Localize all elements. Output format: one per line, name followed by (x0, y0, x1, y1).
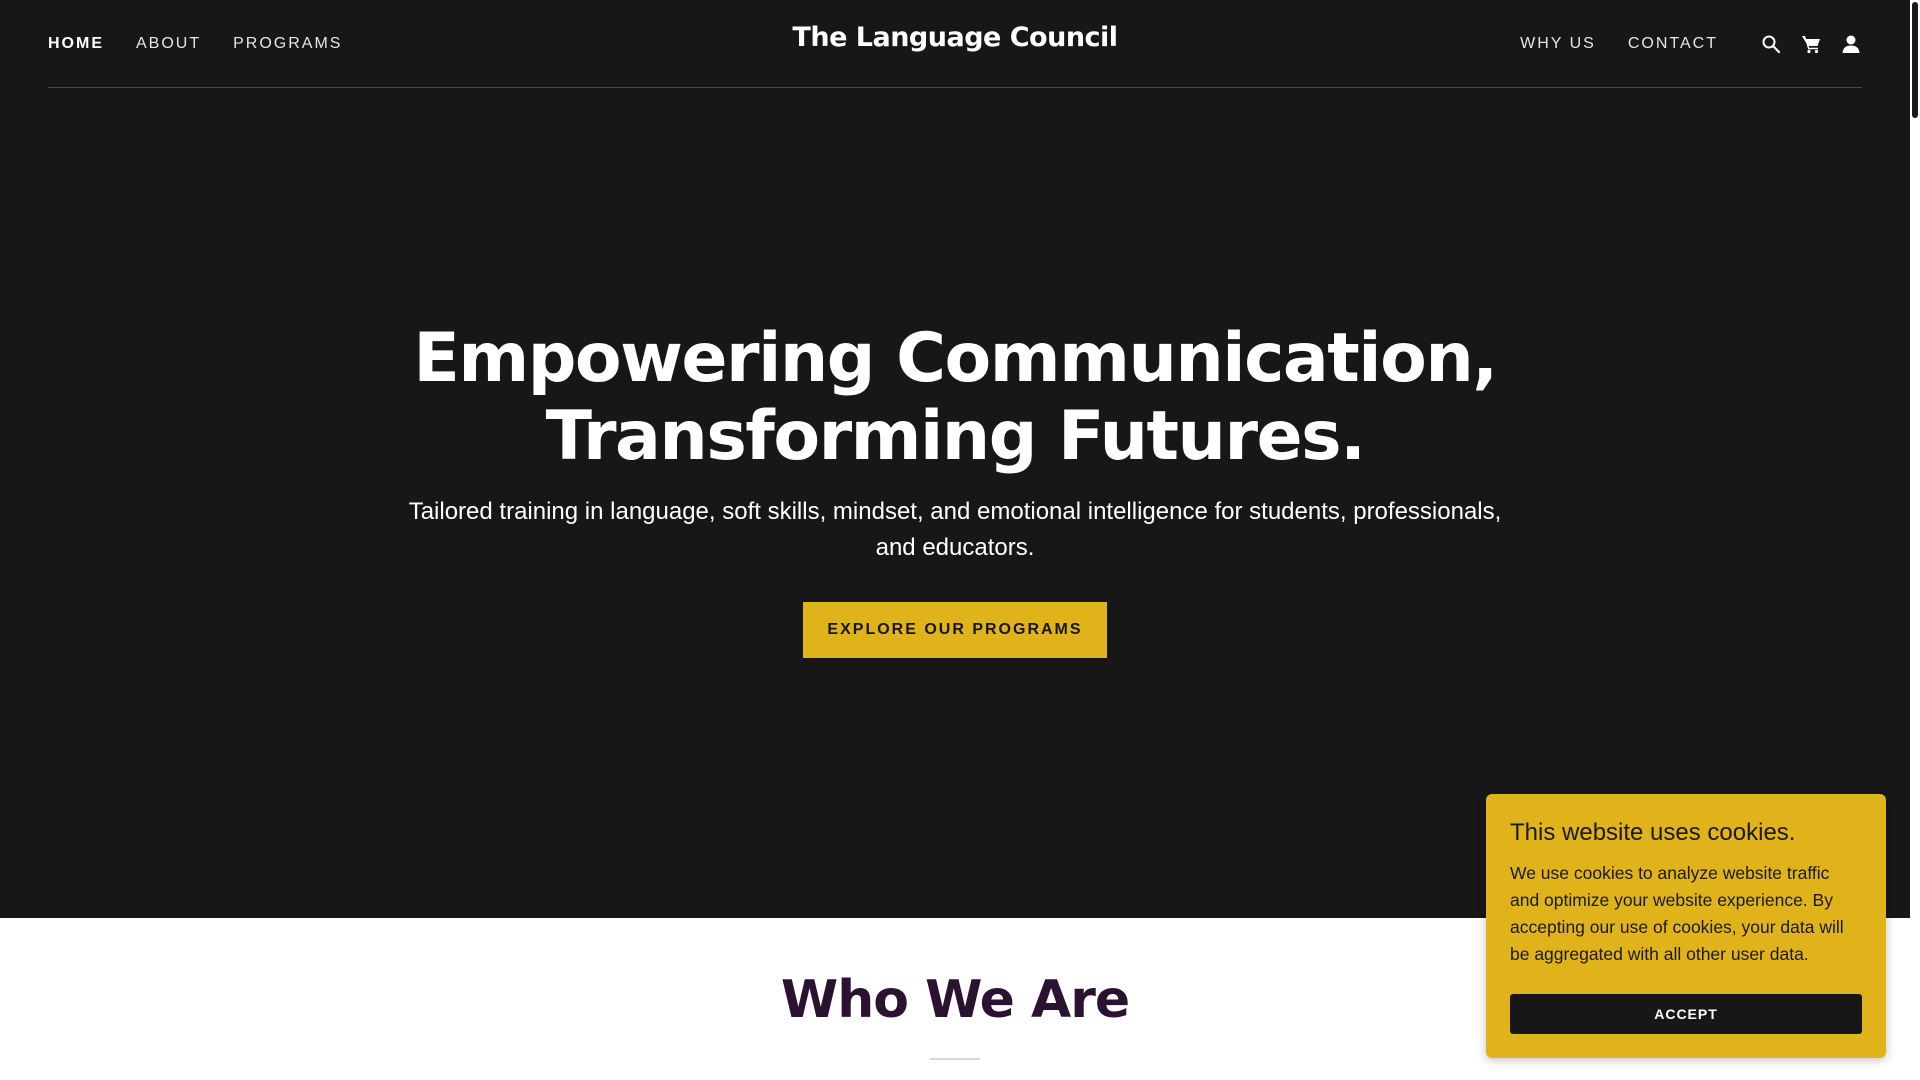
accept-cookies-button[interactable]: ACCEPT (1510, 994, 1862, 1034)
cookie-banner-body: We use cookies to analyze website traffi… (1510, 863, 1844, 964)
hero-section: HOME ABOUT PROGRAMS The Language Council… (0, 0, 1910, 918)
hero-title: Empowering Communication, Transforming F… (0, 320, 1910, 476)
site-header: HOME ABOUT PROGRAMS The Language Council… (48, 0, 1862, 88)
hero-title-line1: Empowering Communication, (413, 319, 1498, 398)
nav-right: WHY US CONTACT (1488, 0, 1862, 87)
nav-link-home[interactable]: HOME (48, 35, 104, 53)
hero-title-line2: Transforming Futures. (545, 397, 1366, 476)
nav-link-why-us[interactable]: WHY US (1520, 35, 1596, 53)
page-scrollbar[interactable] (1910, 0, 1920, 1080)
account-icon[interactable] (1840, 33, 1862, 55)
section-divider (930, 1058, 980, 1060)
nav-left: HOME ABOUT PROGRAMS (48, 0, 374, 87)
nav-link-programs[interactable]: PROGRAMS (233, 35, 342, 53)
hero-subtitle: Tailored training in language, soft skil… (408, 498, 1502, 561)
site-brand[interactable]: The Language Council (792, 22, 1118, 53)
cookie-banner-title: This website uses cookies. (1510, 819, 1796, 846)
cookie-banner: This website uses cookies. We use cookie… (1486, 794, 1886, 1058)
explore-programs-button[interactable]: EXPLORE OUR PROGRAMS (803, 602, 1107, 658)
search-icon[interactable] (1760, 33, 1782, 55)
nav-link-contact[interactable]: CONTACT (1628, 35, 1718, 53)
scrollbar-thumb[interactable] (1912, 2, 1918, 118)
cart-icon[interactable] (1800, 33, 1822, 55)
hero-content: Empowering Communication, Transforming F… (0, 320, 1910, 658)
nav-link-about[interactable]: ABOUT (136, 35, 201, 53)
